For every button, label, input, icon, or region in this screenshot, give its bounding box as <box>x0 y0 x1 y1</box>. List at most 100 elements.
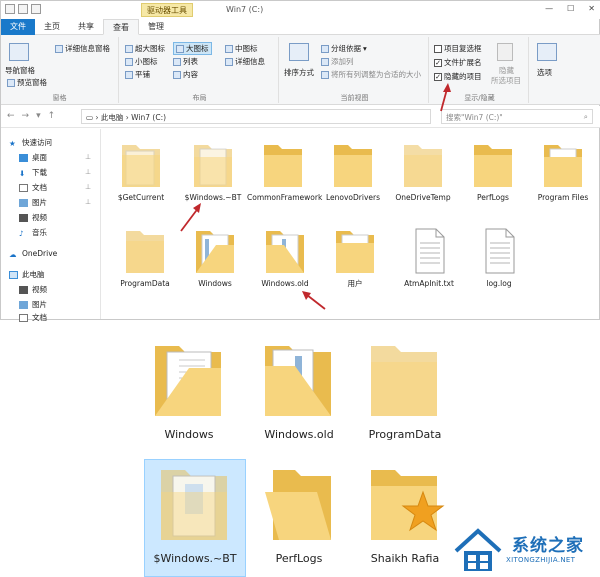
address-path[interactable]: ▭ › 此电脑 › Win7 (C:) <box>81 109 431 124</box>
medium-icons-icon <box>225 44 233 53</box>
small-icons-icon <box>125 57 133 66</box>
large-icons-icon <box>176 44 184 53</box>
file-item-atmapinit[interactable]: AtmApInit.txt <box>393 225 465 288</box>
maximize-icon[interactable]: ☐ <box>567 4 574 13</box>
folder-icon <box>371 346 437 416</box>
recent-chevron-icon[interactable]: ▾ <box>36 111 41 121</box>
file-item-windows-bt[interactable]: $Windows.~BT <box>177 139 249 202</box>
folder-icon <box>265 346 331 416</box>
group-by-button[interactable]: 分组依据 ▾ <box>321 43 367 54</box>
sort-icon[interactable] <box>289 43 309 61</box>
list-icon <box>173 57 181 66</box>
layout-medium[interactable]: 中图标 <box>225 43 258 54</box>
large-folder-windows-old[interactable]: Windows.old <box>244 338 354 441</box>
pin-icon[interactable]: ⊥ <box>85 198 91 206</box>
large-folder-perflogs[interactable]: PerfLogs <box>244 462 354 565</box>
folder-icon <box>155 346 221 416</box>
properties-icon[interactable] <box>18 4 28 14</box>
layout-large[interactable]: 大图标 <box>173 42 212 55</box>
breadcrumb-this-pc[interactable]: 此电脑 <box>101 113 124 122</box>
fit-columns-button[interactable]: 将所有列调整为合适的大小 <box>321 69 421 80</box>
item-checkboxes-toggle[interactable]: 项目复选框 <box>434 43 482 54</box>
hidden-items-toggle[interactable]: ✓ 隐藏的项目 <box>434 71 482 82</box>
file-extensions-toggle[interactable]: ✓ 文件扩展名 <box>434 57 482 68</box>
sidebar-item-pc-pictures[interactable]: 图片 <box>19 299 47 310</box>
nav-pane-icon[interactable] <box>9 43 29 61</box>
file-name: ProgramData <box>368 428 442 441</box>
sidebar-item-pc-documents[interactable]: 文档 <box>19 312 47 323</box>
sidebar-item-downloads[interactable]: ⬇ 下载 <box>19 167 47 178</box>
tab-share[interactable]: 共享 <box>69 19 103 35</box>
back-arrow-icon[interactable]: ← <box>7 111 15 121</box>
layout-label: 平铺 <box>135 70 150 79</box>
file-item-lenovodrivers[interactable]: LenovoDrivers <box>317 139 389 202</box>
layout-label: 大图标 <box>186 44 209 53</box>
layout-group-label: 布局 <box>192 94 207 102</box>
large-folder-windows[interactable]: Windows <box>134 338 244 441</box>
minimize-icon[interactable]: — <box>545 4 553 13</box>
layout-details[interactable]: 详细信息 <box>225 56 265 67</box>
tab-home[interactable]: 主页 <box>35 19 69 35</box>
pin-icon[interactable]: ⊥ <box>85 183 91 191</box>
options-icon[interactable] <box>537 43 557 61</box>
nav-pane-button[interactable]: 导航窗格 <box>5 65 35 76</box>
context-tab-drive-tools[interactable]: 驱动器工具 <box>141 3 193 17</box>
item-checkboxes-label: 项目复选框 <box>444 44 482 53</box>
up-arrow-icon[interactable]: ↑ <box>48 111 56 121</box>
breadcrumb-drive[interactable]: Win7 (C:) <box>131 113 166 122</box>
layout-content[interactable]: 内容 <box>173 69 198 80</box>
file-name: 用户 <box>347 279 363 288</box>
content-icon <box>173 70 181 79</box>
add-columns-button[interactable]: 添加列 <box>321 56 354 67</box>
pin-icon[interactable]: ⊥ <box>85 168 91 176</box>
panes-group: 导航窗格 预览窗格 详细信息窗格 窗格 <box>1 37 119 103</box>
search-input[interactable]: 搜索"Win7 (C:)" ⌕ <box>441 109 593 124</box>
file-name: PerfLogs <box>275 552 323 565</box>
preview-pane-button[interactable]: 预览窗格 <box>7 77 47 88</box>
file-item-users[interactable]: 用户 <box>319 225 391 288</box>
forward-arrow-icon[interactable]: → <box>22 111 30 121</box>
sidebar-this-pc[interactable]: 此电脑 <box>9 269 45 280</box>
tab-manage[interactable]: 管理 <box>139 19 173 35</box>
large-folder-programdata[interactable]: ProgramData <box>350 338 460 441</box>
file-item-program-files[interactable]: Program Files <box>527 139 599 202</box>
layout-list[interactable]: 列表 <box>173 56 198 67</box>
hide-selected-icon[interactable] <box>497 43 513 61</box>
preview-pane-label: 预览窗格 <box>17 78 47 87</box>
file-item-getcurrent[interactable]: $GetCurrent <box>105 139 177 202</box>
sidebar-onedrive[interactable]: ☁ OneDrive <box>9 249 57 259</box>
pin-icon[interactable]: ⊥ <box>85 153 91 161</box>
file-item-log[interactable]: log.log <box>463 225 535 288</box>
sort-button[interactable]: 排序方式 <box>284 67 314 78</box>
file-item-commonframework[interactable]: CommonFramework <box>247 139 322 202</box>
options-button[interactable]: 选项 <box>537 67 552 78</box>
sidebar-item-music[interactable]: ♪ 音乐 <box>19 227 47 238</box>
details-pane-button[interactable]: 详细信息窗格 <box>55 43 110 54</box>
window-title: Win7 (C:) <box>226 5 264 14</box>
file-item-onedrivetemp[interactable]: OneDriveTemp <box>387 139 459 202</box>
sidebar-item-pictures[interactable]: 图片 <box>19 197 47 208</box>
new-folder-icon[interactable] <box>31 4 41 14</box>
layout-label: 中图标 <box>235 44 258 53</box>
file-item-perflogs[interactable]: PerfLogs <box>457 139 529 202</box>
star-icon: ★ <box>9 138 16 148</box>
layout-extra-large[interactable]: 超大图标 <box>125 43 165 54</box>
ribbon-tabs: 文件 主页 共享 查看 管理 <box>1 19 600 35</box>
large-folder-windows-bt[interactable]: $Windows.~BT <box>140 462 250 565</box>
close-icon[interactable]: ✕ <box>588 4 595 13</box>
tab-file[interactable]: 文件 <box>1 19 35 35</box>
tab-view[interactable]: 查看 <box>103 19 139 35</box>
sidebar-item-videos[interactable]: 视频 <box>19 212 47 223</box>
layout-small[interactable]: 小图标 <box>125 56 158 67</box>
file-item-programdata[interactable]: ProgramData <box>109 225 181 288</box>
file-item-windows-old[interactable]: Windows.old <box>249 225 321 288</box>
layout-tiles[interactable]: 平铺 <box>125 69 150 80</box>
sidebar-quick-access[interactable]: ★ 快速访问 <box>9 137 52 148</box>
folder-icon[interactable] <box>5 4 15 14</box>
current-view-group: 排序方式 分组依据 ▾ 添加列 将所有列调整为合适的大小 当前视图 <box>281 37 429 103</box>
layout-label: 列表 <box>183 57 198 66</box>
sidebar-item-desktop[interactable]: 桌面 <box>19 152 47 163</box>
sidebar-item-pc-videos[interactable]: 视频 <box>19 284 47 295</box>
sidebar-item-documents[interactable]: 文档 <box>19 182 47 193</box>
large-folder-shaikh-rafia[interactable]: Shaikh Rafia <box>350 462 460 565</box>
